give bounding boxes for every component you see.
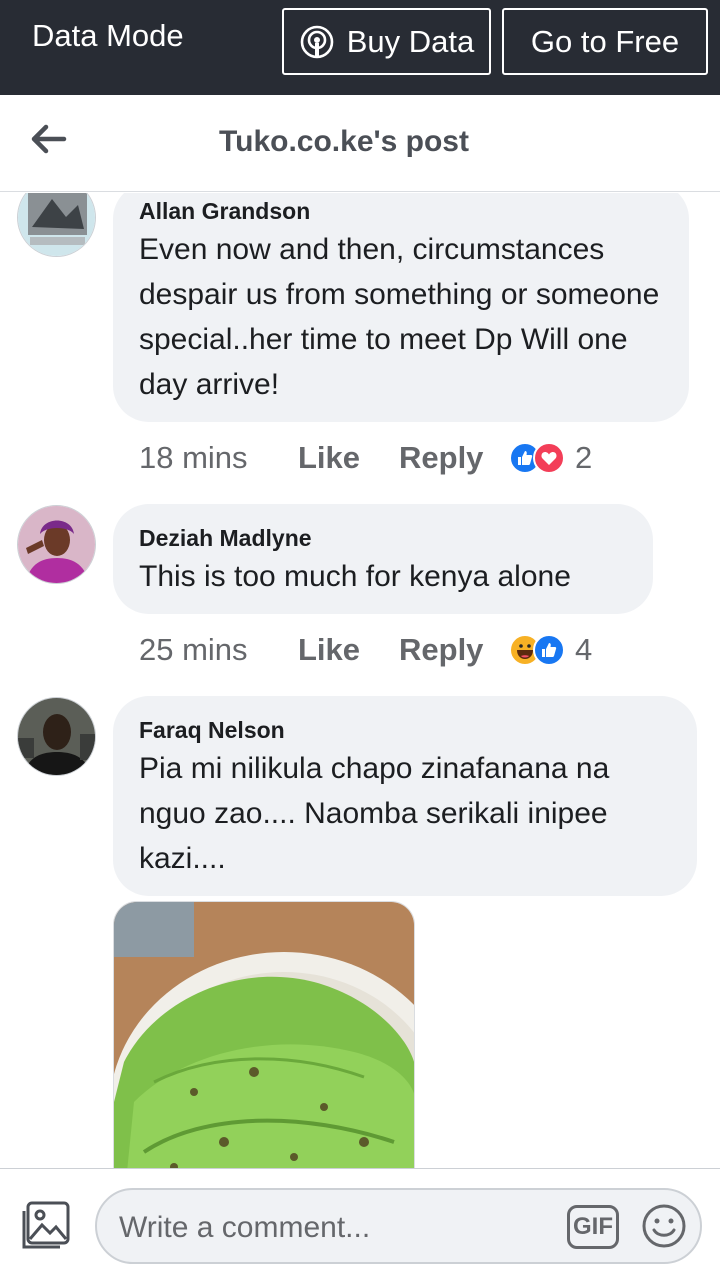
comment-bubble: Faraq Nelson Pia mi nilikula chapo zinaf…	[113, 696, 697, 896]
reply-button[interactable]: Reply	[399, 440, 509, 476]
reaction-summary[interactable]: 4	[509, 632, 592, 668]
love-icon	[533, 442, 565, 474]
buy-data-label: Buy Data	[346, 23, 475, 59]
buy-data-button[interactable]: Buy Data	[282, 8, 491, 75]
avatar[interactable]	[17, 505, 96, 584]
like-button[interactable]: Like	[298, 632, 399, 668]
comment-composer: Write a comment... GIF	[0, 1168, 720, 1272]
data-mode-label: Data Mode	[32, 18, 184, 53]
comment-bubble: Allan Grandson Even now and then, circum…	[113, 193, 689, 422]
data-mode-bar: Data Mode Buy Data Go to Free	[0, 0, 720, 95]
commenter-name[interactable]: Faraq Nelson	[139, 717, 285, 744]
comment-timestamp[interactable]: 25 mins	[139, 632, 298, 668]
reaction-count: 2	[575, 440, 593, 475]
avatar-image	[18, 193, 95, 256]
comment-actions: 18 mins Like Reply 2	[139, 438, 592, 478]
post-header: Tuko.co.ke's post	[0, 95, 720, 192]
avatar[interactable]	[17, 697, 96, 776]
comment-placeholder: Write a comment...	[119, 1211, 371, 1244]
emoji-icon[interactable]	[641, 1203, 687, 1249]
gif-button[interactable]: GIF	[567, 1205, 619, 1249]
comment-text: Pia mi nilikula chapo zinafanana na nguo…	[139, 752, 610, 875]
avatar-image	[18, 698, 95, 775]
photo-icon[interactable]	[20, 1201, 72, 1251]
reply-button[interactable]: Reply	[399, 632, 509, 668]
go-to-free-button[interactable]: Go to Free	[502, 8, 708, 75]
comment-bubble: Deziah Madlyne This is too much for keny…	[113, 504, 653, 614]
comment-input[interactable]: Write a comment... GIF	[95, 1188, 702, 1264]
comment-text: Even now and then, circumstances despair…	[139, 233, 660, 401]
comment-timestamp[interactable]: 18 mins	[139, 440, 298, 476]
page-title: Tuko.co.ke's post	[219, 125, 469, 158]
broadcast-icon	[300, 25, 334, 58]
chapati-photo	[114, 902, 414, 1168]
avatar-image	[18, 506, 95, 583]
comments-feed[interactable]: Allan Grandson Even now and then, circum…	[0, 193, 720, 1168]
comment-text: This is too much for kenya alone	[139, 560, 571, 593]
avatar[interactable]	[17, 193, 96, 257]
go-to-free-label: Go to Free	[530, 23, 680, 59]
reaction-summary[interactable]: 2	[509, 440, 592, 476]
comment-actions: 25 mins Like Reply 4	[139, 630, 592, 670]
like-button[interactable]: Like	[298, 440, 399, 476]
comment-photo[interactable]	[113, 901, 415, 1168]
reaction-count: 4	[575, 632, 593, 667]
like-icon	[533, 634, 565, 666]
commenter-name[interactable]: Allan Grandson	[139, 198, 310, 225]
commenter-name[interactable]: Deziah Madlyne	[139, 525, 312, 552]
